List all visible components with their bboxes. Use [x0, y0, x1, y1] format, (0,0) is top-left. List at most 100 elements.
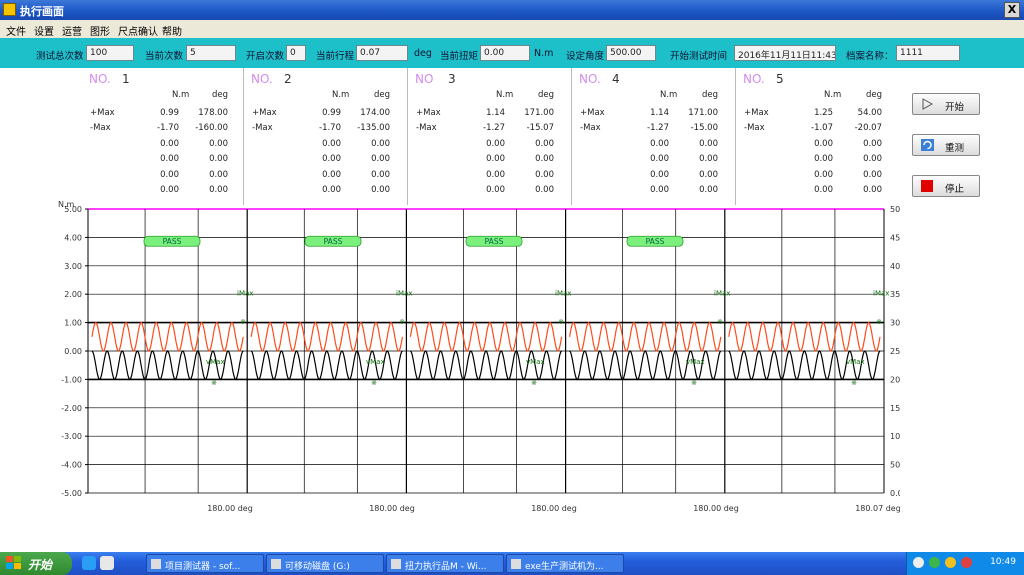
- test-count-label: 测试总次数: [36, 51, 84, 62]
- menu-help[interactable]: 帮助: [162, 23, 182, 38]
- panel-no-label: NO.: [579, 72, 601, 86]
- window-title: 执行画面: [20, 5, 64, 18]
- language-icon[interactable]: [913, 557, 924, 568]
- stop-button[interactable]: 停止: [912, 175, 980, 197]
- taskbar-item[interactable]: 项目测试器 - sof...: [146, 554, 264, 573]
- set-angle-field[interactable]: 500.00: [606, 45, 656, 61]
- current-torque-field[interactable]: 0.00: [480, 45, 530, 61]
- row-value-torque: 0.00: [322, 139, 341, 149]
- row-value-torque: 0.00: [322, 170, 341, 180]
- quicklaunch-icon[interactable]: [100, 556, 114, 570]
- menu-run[interactable]: 运营: [62, 23, 82, 38]
- panel-no-label: NO.: [251, 72, 273, 86]
- row-label: +Max: [416, 108, 441, 118]
- y-right-tick-label: 250.00: [890, 347, 900, 356]
- max-marker: ※: [717, 318, 723, 326]
- taskbar-item-label: exe生产测试机为...: [525, 562, 604, 572]
- row-value-torque: -1.70: [157, 123, 179, 133]
- result-panels: NO. 1 N.m deg +Max 0.99 178.00 -Max -1.7…: [84, 68, 900, 205]
- row-value-torque: 0.00: [650, 154, 669, 164]
- y-left-tick-label: 2.00: [64, 290, 82, 299]
- y-right-tick-label: 150.00: [890, 404, 900, 413]
- row-label: -Max: [252, 123, 273, 133]
- row-value-angle: 54.00: [857, 108, 882, 118]
- row-value-torque: 0.00: [814, 154, 833, 164]
- row-value-torque: -1.70: [319, 123, 341, 133]
- row-value-torque: 0.00: [160, 170, 179, 180]
- row-value-angle: 0.00: [209, 139, 228, 149]
- menu-file[interactable]: 文件: [6, 23, 26, 38]
- row-value-torque: 0.00: [814, 139, 833, 149]
- row-label: -Max: [744, 123, 765, 133]
- min-marker: ※: [531, 379, 537, 387]
- row-value-torque: 1.25: [814, 108, 833, 118]
- row-value-angle: 171.00: [524, 108, 554, 118]
- taskbar-item-label: 项目测试器 - sof...: [165, 562, 241, 572]
- test-count-field[interactable]: 100: [86, 45, 134, 61]
- x-axis-label: 180.00 deg: [693, 504, 739, 513]
- row-value-torque: 0.00: [322, 154, 341, 164]
- taskbar-item-label: 可移动磁盘 (G:): [285, 562, 350, 572]
- x-axis-label: 180.00 deg: [531, 504, 577, 513]
- y-left-tick-label: -5.00: [61, 489, 82, 498]
- waveform-chart: 5.00500.004.00450.003.00400.002.00350.00…: [0, 200, 918, 528]
- row-value-angle: 0.00: [863, 185, 882, 195]
- start-button-label: 开始: [945, 102, 965, 113]
- y-right-tick-label: 0.00: [890, 489, 900, 498]
- taskbar-item[interactable]: 扭力执行品M - Wi...: [386, 554, 504, 573]
- row-label: +Max: [744, 108, 769, 118]
- drive-icon: [271, 559, 281, 569]
- row-value-angle: 0.00: [699, 154, 718, 164]
- row-value-torque: 0.99: [322, 108, 341, 118]
- row-value-torque: 1.14: [486, 108, 505, 118]
- y-right-tick-label: 350.00: [890, 290, 900, 299]
- menu-settings[interactable]: 设置: [34, 23, 54, 38]
- menu-graph[interactable]: 图形: [90, 23, 110, 38]
- close-button[interactable]: X: [1004, 2, 1020, 18]
- panel-no-label: NO.: [743, 72, 765, 86]
- network-icon[interactable]: [929, 557, 940, 568]
- ie-icon[interactable]: [82, 556, 96, 570]
- file-field[interactable]: 1111: [896, 45, 960, 61]
- info-bar: 测试总次数 100 当前次数 5 开启次数 0 当前行程 0.07 deg 当前…: [0, 38, 1024, 68]
- row-value-torque: -1.27: [483, 123, 505, 133]
- volume-icon[interactable]: [945, 557, 956, 568]
- taskbar-item[interactable]: exe生产测试机为...: [506, 554, 624, 573]
- security-icon[interactable]: [961, 557, 972, 568]
- pass-badge-label: PASS: [646, 237, 665, 246]
- row-value-angle: 0.00: [371, 154, 390, 164]
- row-value-angle: 0.00: [209, 170, 228, 180]
- min-marker: ※: [691, 379, 697, 387]
- taskbar-item[interactable]: 可移动磁盘 (G:): [266, 554, 384, 573]
- row-value-torque: 0.00: [322, 185, 341, 195]
- row-value-torque: 0.00: [814, 185, 833, 195]
- y-right-tick-label: 400.00: [890, 262, 900, 271]
- menu-bar: 文件 设置 运营 图形 尺点确认 帮助: [0, 20, 1024, 38]
- open-count-field[interactable]: 0: [286, 45, 306, 61]
- pass-badge-label: PASS: [485, 237, 504, 246]
- row-value-angle: 0.00: [535, 185, 554, 195]
- x-axis-label: 180.00 deg: [369, 504, 415, 513]
- y-right-tick-label: 450.00: [890, 233, 900, 242]
- row-value-torque: 0.99: [160, 108, 179, 118]
- max-marker-label: iMax: [873, 290, 889, 298]
- col-unit-torque: N.m: [496, 90, 514, 100]
- current-stroke-field[interactable]: 0.07: [356, 45, 408, 61]
- start-menu-button[interactable]: 开始: [0, 552, 72, 575]
- current-stroke-label: 当前行程: [316, 51, 355, 62]
- window-titlebar: 执行画面 X: [0, 0, 1024, 20]
- start-button[interactable]: 开始: [912, 93, 980, 115]
- row-value-torque: 0.00: [650, 170, 669, 180]
- stroke-unit: deg: [414, 48, 432, 59]
- current-count-field[interactable]: 5: [186, 45, 236, 61]
- retest-button[interactable]: 重测: [912, 134, 980, 156]
- panel-number: 1: [122, 72, 130, 86]
- menu-point-confirm[interactable]: 尺点确认: [118, 23, 158, 38]
- result-panel: NO. 2 N.m deg +Max 0.99 174.00 -Max -1.7…: [246, 68, 408, 205]
- panel-number: 3: [448, 72, 456, 86]
- start-time-field[interactable]: 2016年11月11日11:43: [734, 45, 836, 61]
- y-right-tick-label: 100.00: [890, 432, 900, 441]
- col-unit-torque: N.m: [332, 90, 350, 100]
- row-value-angle: 178.00: [198, 108, 228, 118]
- play-icon: [922, 98, 934, 110]
